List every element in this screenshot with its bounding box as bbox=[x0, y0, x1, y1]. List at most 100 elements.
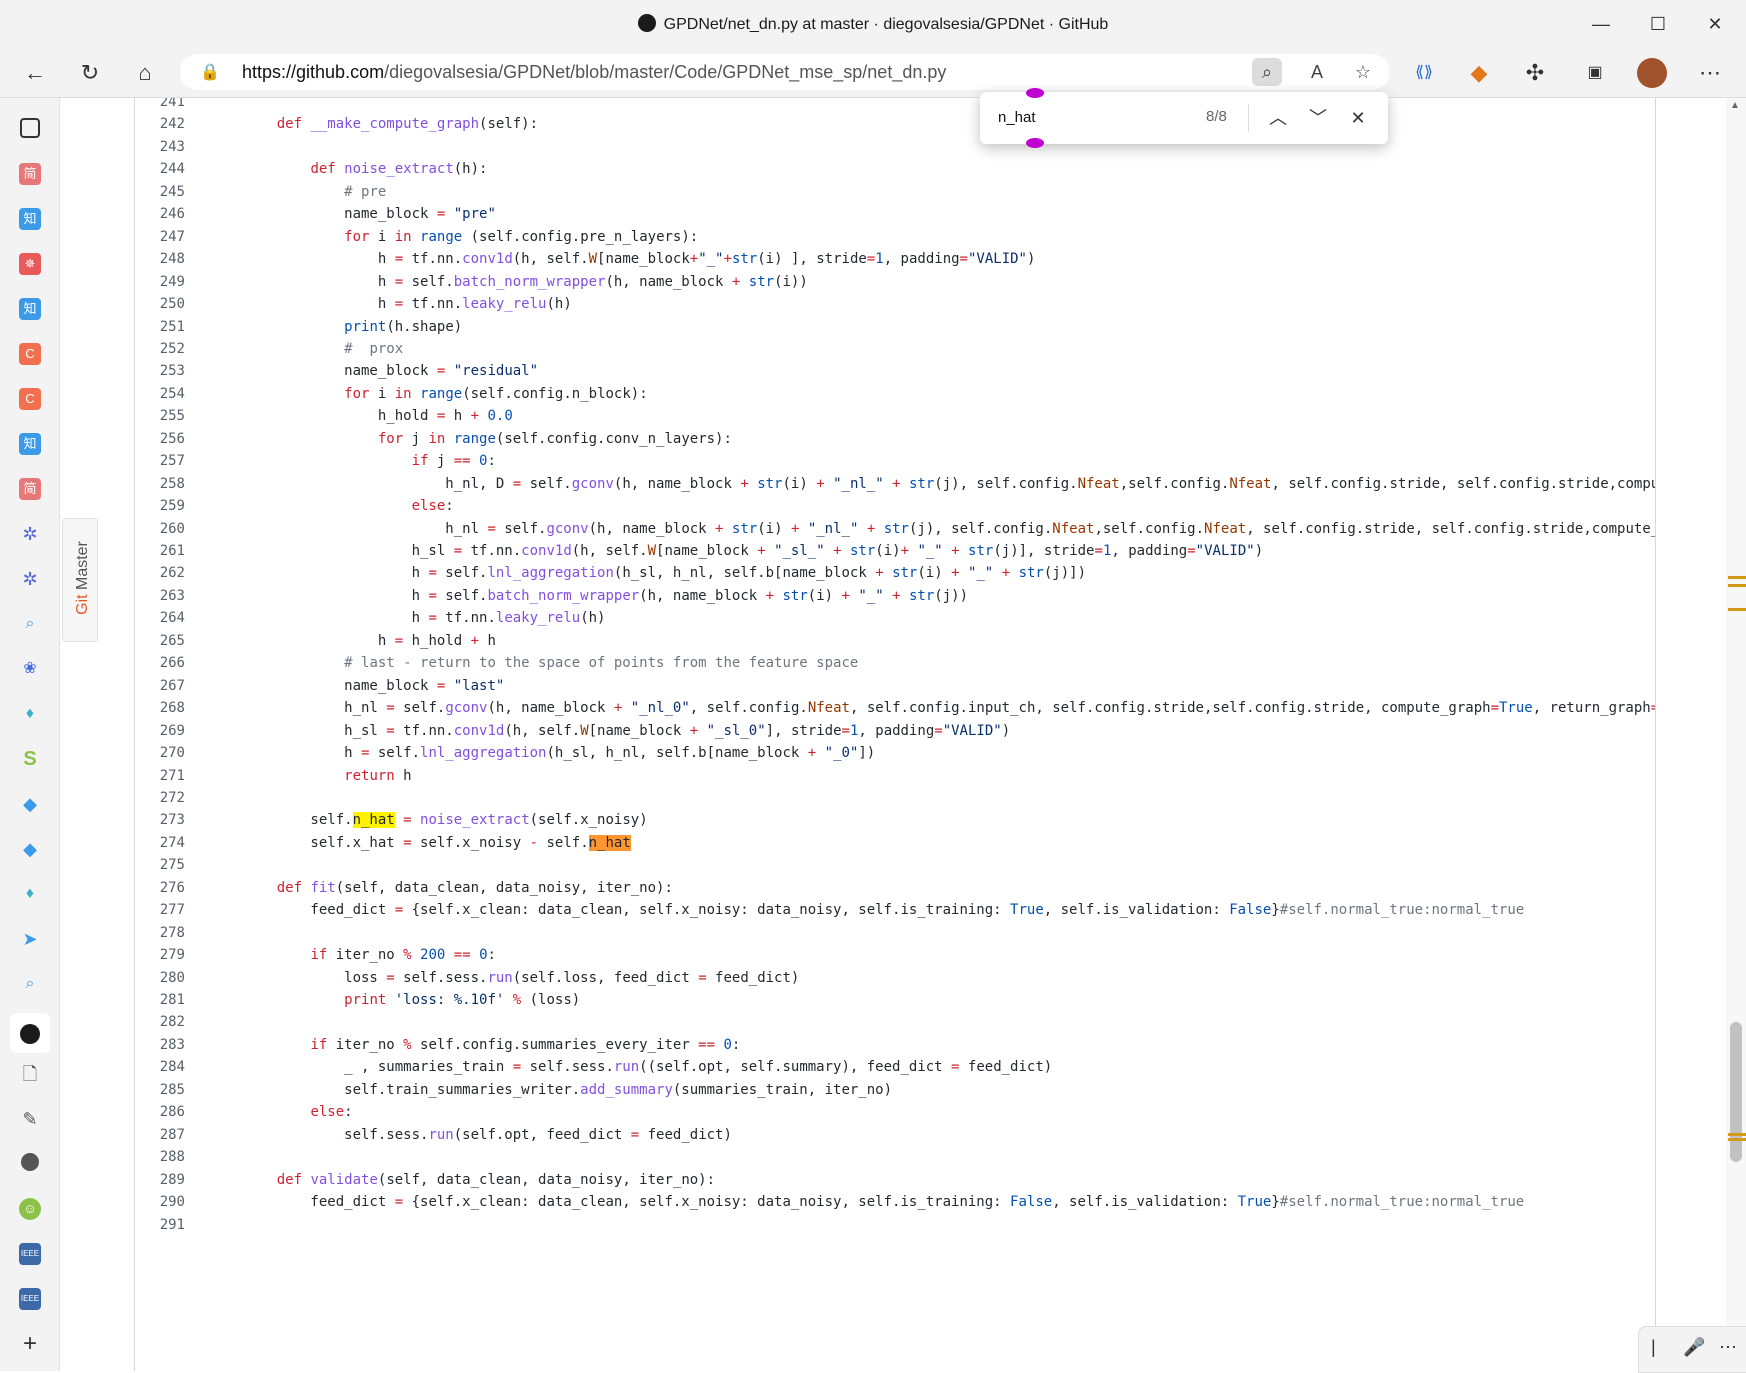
document-icon[interactable]: ✎ bbox=[19, 1108, 41, 1130]
extension-icon[interactable]: ⟪⟫ bbox=[1409, 58, 1439, 88]
scrollbar-thumb[interactable] bbox=[1730, 1022, 1742, 1162]
sidebar-app-icon[interactable]: C bbox=[19, 343, 41, 365]
line-number[interactable]: 249 bbox=[135, 270, 185, 295]
line-number[interactable]: 243 bbox=[135, 135, 185, 160]
line-number[interactable]: 245 bbox=[135, 180, 185, 205]
line-number[interactable]: 282 bbox=[135, 1010, 185, 1035]
line-number[interactable]: 287 bbox=[135, 1123, 185, 1148]
find-input[interactable] bbox=[998, 106, 1158, 128]
find-next-button[interactable]: ﹀ bbox=[1304, 104, 1332, 132]
favorite-icon[interactable]: ☆ bbox=[1348, 58, 1378, 86]
read-aloud-icon[interactable]: A bbox=[1302, 58, 1332, 86]
line-number[interactable]: 253 bbox=[135, 359, 185, 384]
url-text[interactable]: https://github.com/diegovalsesia/GPDNet/… bbox=[242, 62, 946, 83]
line-number[interactable]: 273 bbox=[135, 808, 185, 833]
address-bar[interactable]: 🔒 https://github.com/diegovalsesia/GPDNe… bbox=[180, 54, 1390, 90]
line-number[interactable]: 261 bbox=[135, 539, 185, 564]
line-number[interactable]: 280 bbox=[135, 966, 185, 991]
selection-handle-bottom[interactable] bbox=[1026, 138, 1044, 148]
line-number[interactable]: 263 bbox=[135, 584, 185, 609]
diamond-icon[interactable]: ◆ bbox=[19, 793, 41, 815]
line-number[interactable]: 281 bbox=[135, 988, 185, 1013]
line-number[interactable]: 254 bbox=[135, 382, 185, 407]
line-number[interactable]: 278 bbox=[135, 921, 185, 946]
line-number[interactable]: 248 bbox=[135, 247, 185, 272]
line-number[interactable]: 256 bbox=[135, 427, 185, 452]
line-number[interactable]: 251 bbox=[135, 315, 185, 340]
diamond-icon[interactable]: ◆ bbox=[19, 838, 41, 860]
sidebar-app-icon[interactable]: C bbox=[19, 388, 41, 410]
scroll-up-icon[interactable]: ▲ bbox=[1730, 100, 1740, 111]
line-number[interactable]: 242 bbox=[135, 112, 185, 137]
sidebar-app-icon[interactable]: ✲ bbox=[19, 523, 41, 545]
sidebar-app-icon[interactable]: 知 bbox=[19, 298, 41, 320]
line-number[interactable]: 267 bbox=[135, 674, 185, 699]
line-number[interactable]: 247 bbox=[135, 225, 185, 250]
github-icon[interactable] bbox=[21, 1153, 39, 1171]
metamask-icon[interactable]: ◆ bbox=[1464, 58, 1494, 88]
selection-handle-top[interactable] bbox=[1026, 88, 1044, 98]
document-icon[interactable]: 🗋 bbox=[19, 1063, 41, 1085]
line-number[interactable]: 279 bbox=[135, 943, 185, 968]
git-master-panel-tab[interactable]: Git Master bbox=[62, 518, 98, 642]
sidebar-app-icon[interactable]: 简 bbox=[19, 163, 41, 185]
line-number[interactable]: 258 bbox=[135, 472, 185, 497]
find-close-button[interactable]: ✕ bbox=[1344, 104, 1372, 132]
back-button[interactable]: ← bbox=[20, 58, 50, 88]
line-number[interactable]: 262 bbox=[135, 561, 185, 586]
find-in-page-icon[interactable]: ⌕ bbox=[1252, 58, 1282, 86]
voice-input-widget[interactable]: | 🎤 ⋯ bbox=[1638, 1326, 1746, 1373]
sidebar-app-icon[interactable]: ✲ bbox=[19, 568, 41, 590]
line-number[interactable]: 269 bbox=[135, 719, 185, 744]
line-number[interactable]: 277 bbox=[135, 898, 185, 923]
drop-icon[interactable]: ♦ bbox=[19, 883, 41, 905]
line-number[interactable]: 289 bbox=[135, 1168, 185, 1193]
line-number[interactable]: 246 bbox=[135, 202, 185, 227]
github-tab-icon[interactable] bbox=[10, 1013, 50, 1053]
line-number[interactable]: 257 bbox=[135, 449, 185, 474]
line-number[interactable]: 250 bbox=[135, 292, 185, 317]
sidebar-app-icon[interactable]: S bbox=[19, 748, 41, 770]
search-icon[interactable]: ⌕ bbox=[19, 613, 41, 635]
sidebar-app-icon[interactable]: IEEE bbox=[19, 1288, 41, 1310]
sidebar-app-icon[interactable]: 知 bbox=[19, 208, 41, 230]
find-previous-button[interactable]: ︿ bbox=[1264, 104, 1292, 132]
home-button[interactable]: ⌂ bbox=[130, 58, 160, 88]
search-icon[interactable]: ⌕ bbox=[19, 973, 41, 995]
maximize-button[interactable]: ☐ bbox=[1643, 10, 1673, 38]
page-scrollbar[interactable]: ▲ bbox=[1726, 98, 1746, 1371]
tab-actions-icon[interactable] bbox=[20, 118, 40, 138]
line-number[interactable]: 264 bbox=[135, 606, 185, 631]
minimize-button[interactable]: — bbox=[1586, 10, 1616, 38]
line-number[interactable]: 272 bbox=[135, 786, 185, 811]
line-number[interactable]: 274 bbox=[135, 831, 185, 856]
line-number[interactable]: 252 bbox=[135, 337, 185, 362]
line-number[interactable]: 271 bbox=[135, 764, 185, 789]
drop-icon[interactable]: ♦ bbox=[19, 703, 41, 725]
collections-icon[interactable]: ▣ bbox=[1580, 58, 1610, 88]
line-number[interactable]: 291 bbox=[135, 1213, 185, 1238]
line-number[interactable]: 255 bbox=[135, 404, 185, 429]
line-number[interactable]: 283 bbox=[135, 1033, 185, 1058]
paw-icon[interactable]: ❀ bbox=[19, 658, 41, 680]
line-number[interactable]: 286 bbox=[135, 1100, 185, 1125]
line-number[interactable]: 265 bbox=[135, 629, 185, 654]
line-number[interactable]: 260 bbox=[135, 517, 185, 542]
line-number[interactable]: 285 bbox=[135, 1078, 185, 1103]
close-window-button[interactable]: ✕ bbox=[1700, 10, 1730, 38]
line-number[interactable]: 266 bbox=[135, 651, 185, 676]
line-number[interactable]: 276 bbox=[135, 876, 185, 901]
more-icon[interactable]: ⋯ bbox=[1719, 1337, 1737, 1358]
line-number[interactable]: 270 bbox=[135, 741, 185, 766]
smile-icon[interactable]: ☺ bbox=[19, 1198, 41, 1220]
more-menu-icon[interactable]: ⋯ bbox=[1695, 58, 1725, 88]
profile-avatar[interactable] bbox=[1637, 58, 1667, 88]
line-number[interactable]: 259 bbox=[135, 494, 185, 519]
line-number[interactable]: 290 bbox=[135, 1190, 185, 1215]
microphone-icon[interactable]: 🎤 bbox=[1683, 1337, 1705, 1358]
sidebar-app-icon[interactable]: 知 bbox=[19, 433, 41, 455]
arrow-icon[interactable]: ➤ bbox=[19, 928, 41, 950]
line-number[interactable]: 244 bbox=[135, 157, 185, 182]
line-number[interactable]: 268 bbox=[135, 696, 185, 721]
sidebar-app-icon[interactable]: 简 bbox=[19, 478, 41, 500]
